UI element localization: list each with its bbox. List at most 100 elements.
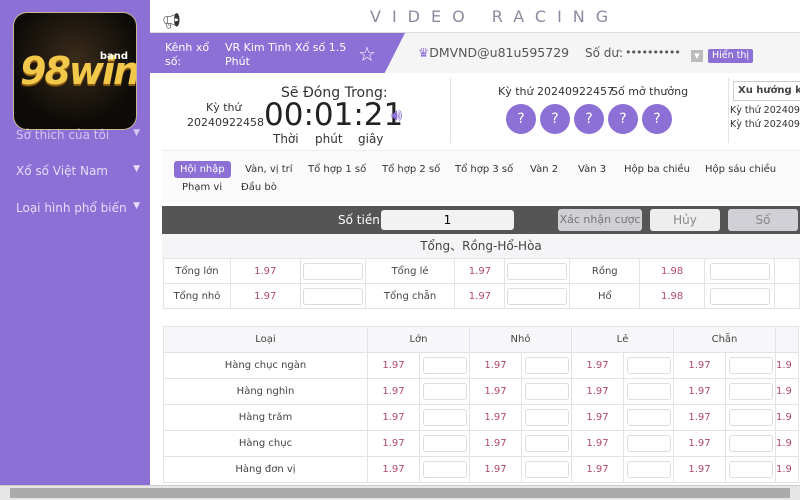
input-cell [419,378,470,405]
bet-amount-input[interactable] [728,409,773,426]
row-label: Hàng trăm [163,404,368,431]
bet-amount-input[interactable] [709,287,770,305]
odds: 1.97 [469,430,522,457]
favorite-star-icon[interactable]: ☆ [358,42,376,66]
cancel-button[interactable]: Hủy [650,209,720,231]
unit-minute: phút [315,132,343,146]
odds: 1.97 [229,283,301,309]
table-row: Hàng đơn vị 1.97 1.97 1.97 1.97 1.9 [163,456,799,483]
odds: 1.97 [367,378,420,405]
tab-van-vi-tri[interactable]: Vàn, vị trí [239,161,299,178]
sidebar-item-label: Sở thích của tôi [16,128,110,142]
tab-to-hop-3[interactable]: Tổ hợp 3 số [449,161,519,178]
odds: 1.97 [571,378,624,405]
bet-amount-input[interactable] [524,383,569,400]
input-cell [521,456,572,483]
table-header: Loại Lớn Nhỏ Lẻ Chẵn [163,326,799,353]
timer-section: Kỳ thứ 20240922458 Sẽ Đóng Trong: 00:01:… [150,73,800,150]
dropdown-icon[interactable]: ▼ [691,50,703,62]
bet-label: Tổng nhỏ [163,283,231,309]
tab-van-3[interactable]: Vàn 3 [572,161,612,178]
input-cell [299,283,366,309]
bet-amount-input[interactable] [422,383,467,400]
amount-label: Số tiền [338,213,380,227]
speaker-icon[interactable]: 🔊︎ [391,105,402,126]
bet-amount-input[interactable] [524,357,569,374]
tab-to-hop-1[interactable]: Tổ hợp 1 số [302,161,372,178]
show-balance-button[interactable]: Hiển thị [708,49,754,63]
odds: 1.97 [469,456,522,483]
tab-to-hop-2[interactable]: Tổ hợp 2 số [376,161,446,178]
bet-amount-input[interactable] [524,435,569,452]
tab-van-2[interactable]: Vàn 2 [524,161,564,178]
bet-amount-input[interactable] [728,461,773,478]
bet-amount-input[interactable] [524,461,569,478]
user-badge-icon: ♛ [418,45,430,60]
bet-amount-input[interactable] [626,409,671,426]
horizontal-scrollbar[interactable] [0,485,800,500]
logo[interactable]: 98win band [13,12,137,130]
input-cell [725,456,776,483]
trend-button[interactable]: Xu hướng kết [733,81,800,101]
tab-pham-vi[interactable]: Phạm vi [176,179,228,196]
sidebar-item-vietnam-lottery[interactable]: Xổ số Việt Nam ▼ [16,164,140,178]
balance-label: Số dư: [585,46,624,60]
sidebar-item-label: Loại hình phổ biến [16,201,127,215]
bet-amount-input[interactable] [507,262,568,280]
row-label: Hàng nghìn [163,378,368,405]
odds: 1.97 [673,430,726,457]
column-header: Lẻ [571,326,674,353]
bet-amount-input[interactable] [626,383,671,400]
sidebar-item-favorites[interactable]: Sở thích của tôi ▼ [16,128,140,142]
bet-amount-input[interactable] [709,262,770,280]
tab-hop-ba-chieu[interactable]: Hộp ba chiều [618,161,696,178]
bet-amount-input[interactable] [507,287,568,305]
trend-row: Kỳ thứ 2024092 [730,105,800,116]
bet-amount-input[interactable] [626,357,671,374]
odds: 1.9 [775,352,799,379]
bet-amount-input[interactable] [524,409,569,426]
bet-amount-input[interactable] [422,435,467,452]
odds: 1.97 [673,378,726,405]
section-title: Tổng、Rồng-Hổ-Hòa [162,234,800,258]
confirm-bet-button[interactable]: Xác nhận cược [558,209,642,231]
input-cell [725,404,776,431]
chevron-down-icon: ▼ [133,164,140,174]
bet-amount-input[interactable] [728,357,773,374]
page-title: VIDEO RACING [370,7,620,26]
input-cell [419,430,470,457]
top-bar: 📢︎ VIDEO RACING [150,0,800,33]
sidebar-item-popular[interactable]: Loại hình phổ biến ▼ [16,201,140,215]
result-ball: ? [574,104,604,134]
bet-amount-input[interactable] [302,262,363,280]
bet-amount-input[interactable] [626,461,671,478]
bet-list-button[interactable]: Số [728,209,798,231]
column-header: Chẵn [673,326,776,353]
bet-label: Tổng chẵn [364,283,456,309]
bet-label: Hổ [569,283,641,309]
chevron-down-icon: ▼ [133,128,140,138]
bet-label: Tổng lẻ [364,258,456,284]
bet-amount-input[interactable] [422,357,467,374]
bet-amount-input[interactable] [728,435,773,452]
tab-hop-sau-chieu[interactable]: Hộp sáu chiều [699,161,782,178]
bet-amount-input[interactable] [422,461,467,478]
bet-amount-input[interactable] [422,409,467,426]
bet-amount-input[interactable] [302,287,363,305]
tab-hoi-nhap[interactable]: Hội nhập [174,161,231,178]
input-cell [521,404,572,431]
tab-dau-bo[interactable]: Đầu bò [235,179,283,196]
amount-input[interactable] [381,210,514,230]
odds: 1.97 [571,456,624,483]
table-row: Tổng lớn 1.97 Tổng lẻ 1.97 Rồng 1.98 [163,258,800,284]
input-cell [725,378,776,405]
input-cell [521,352,572,379]
username: ♛DMVND@u81u595729 [418,45,569,60]
username-text: DMVND@u81u595729 [429,45,570,60]
megaphone-icon[interactable]: 📢︎ [162,12,181,30]
bet-amount-input[interactable] [626,435,671,452]
odds: 1.97 [673,456,726,483]
bet-amount-input[interactable] [728,383,773,400]
input-cell [623,378,674,405]
odds: 1.97 [367,404,420,431]
